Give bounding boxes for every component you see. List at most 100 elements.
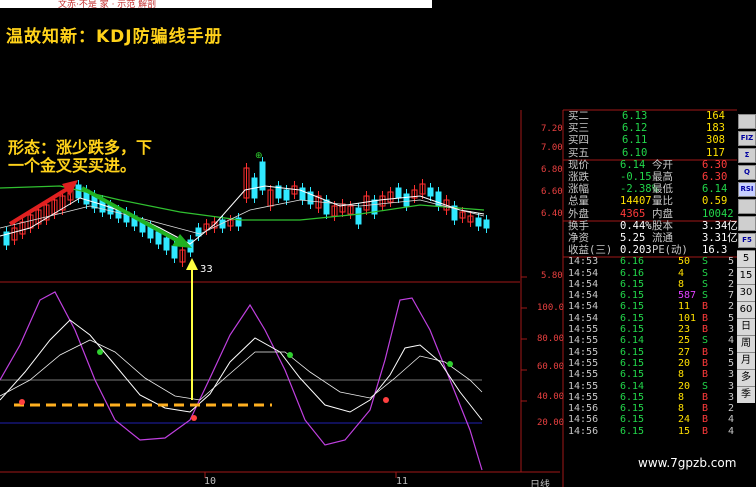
kdj-j-line <box>0 291 483 471</box>
period-button[interactable]: 多 <box>737 369 755 386</box>
period-button[interactable]: 60 <box>737 301 755 318</box>
tick-price: 6.14 <box>620 335 645 347</box>
tick-count: 3 <box>728 324 735 336</box>
quote-stat-row: 总量 14407 量比 0.59 <box>566 195 736 207</box>
tick-volume: 8 <box>678 391 685 403</box>
quote-stat-row: 外盘 4365 内盘 10042 <box>566 208 736 220</box>
period-button[interactable]: 15 <box>737 267 755 284</box>
x-label-11: 11 <box>396 476 409 487</box>
toolbar-button[interactable] <box>738 114 756 129</box>
tick-price: 6.15 <box>620 414 645 426</box>
period-button[interactable]: 日 <box>737 318 755 335</box>
period-button[interactable]: 周 <box>737 335 755 352</box>
stat-value: 5.25 <box>620 231 646 244</box>
tick-time: 14:55 <box>568 357 599 369</box>
order-volume: 164 <box>706 110 725 122</box>
stat-value: 0.44% <box>620 219 652 232</box>
kdj-cross-marker <box>287 352 293 358</box>
stat-value: 10042 <box>702 207 734 220</box>
tick-time: 14:54 <box>568 278 599 290</box>
tick-time: 14:55 <box>568 369 599 381</box>
stat-label: 最高 <box>652 170 673 183</box>
stat-label: 内盘 <box>652 207 673 220</box>
kdj-cross-marker <box>97 349 103 355</box>
tick-side: B <box>702 312 709 324</box>
tick-count: 3 <box>728 391 735 403</box>
tick-price: 6.15 <box>620 301 645 313</box>
stat-label: 净资 <box>568 231 589 244</box>
tick-count: 5 <box>728 357 735 369</box>
x-label-daily: 日线 <box>530 480 550 487</box>
price-axis-label: 7.20 <box>541 124 563 134</box>
ma-line-grey <box>0 199 485 235</box>
kdj-axis-label: 60.00 <box>537 362 565 372</box>
tick-price: 6.15 <box>620 369 645 381</box>
kdj-axis-label: 80.00 <box>537 334 565 344</box>
stat-value: 0.59 <box>702 195 728 208</box>
tick-side: B <box>702 414 709 426</box>
stat-value: 6.30 <box>702 158 728 171</box>
period-button[interactable]: 季 <box>737 386 755 403</box>
tick-count: 2 <box>728 278 735 290</box>
toolbar-button[interactable]: Q <box>738 165 756 180</box>
order-level-label: 买三 <box>568 122 589 135</box>
candle-body <box>75 184 82 199</box>
tick-count: 4 <box>728 414 735 426</box>
tick-list: 14:53 6.16 50 S 5 14:54 6.16 4 S 2 14:54 6.15 8 S 2 14:… <box>566 256 736 437</box>
tick-time: 14:55 <box>568 324 599 336</box>
order-book-row: 买四 6.11 308 <box>566 134 736 146</box>
toolbar-button[interactable]: RSI <box>738 182 756 197</box>
stat-value: 14407 <box>620 195 652 208</box>
period-button[interactable]: 月 <box>737 352 755 369</box>
tick-side: B <box>702 346 709 358</box>
kdj-axis-label: 40.00 <box>537 392 565 402</box>
toolbar-button[interactable] <box>738 216 756 231</box>
tick-row: 14:55 6.15 8 B 3 <box>566 369 736 380</box>
tick-time: 14:54 <box>568 312 599 324</box>
tick-row: 14:56 6.15 15 B 4 <box>566 426 736 437</box>
tick-row: 14:53 6.16 50 S 5 <box>566 256 736 267</box>
tick-time: 14:54 <box>568 267 599 279</box>
tick-price: 6.15 <box>620 357 645 369</box>
stock-tutorial-screenshot: { "header": { "title": "温故知新：KDJ防骗线手册", … <box>0 0 756 487</box>
candle-body <box>403 193 410 207</box>
tick-count: 4 <box>728 425 735 437</box>
tick-price: 6.15 <box>620 312 645 324</box>
toolbar-button[interactable]: Σ <box>738 148 756 163</box>
tick-volume: 587 <box>678 290 697 302</box>
tick-time: 14:53 <box>568 256 599 268</box>
period-button[interactable]: 30 <box>737 284 755 301</box>
tick-side: B <box>702 301 709 313</box>
tick-row: 14:54 6.15 587 S 7 <box>566 290 736 301</box>
toolbar-button[interactable] <box>738 199 756 214</box>
stat-value: 4365 <box>620 207 646 220</box>
stat-label: 最低 <box>652 183 673 196</box>
tick-price: 6.15 <box>620 425 645 437</box>
quote-stat-row: 换手 0.44% 股本 3.34亿 <box>566 219 738 232</box>
tick-side: B <box>702 403 709 415</box>
quote-panel: 买二 6.13 164 买三 6.12 183 买四 6.11 308 买五 6.10 117 现价 6… <box>566 110 738 437</box>
stat-label: PE(动) <box>652 244 688 257</box>
price-axis-label: 6.40 <box>541 209 563 219</box>
period-button[interactable]: 5 <box>737 250 755 267</box>
kdj-cross-marker <box>19 399 25 405</box>
toolbar-button[interactable]: F5 <box>738 233 756 248</box>
stat-label: 量比 <box>652 195 673 208</box>
order-volume: 183 <box>706 122 725 135</box>
price-axis-label: 7.00 <box>541 143 563 153</box>
stat-label: 换手 <box>568 219 589 232</box>
tick-time: 14:56 <box>568 425 599 437</box>
toolbar-button[interactable]: FIZ <box>738 131 756 146</box>
stat-label: 涨幅 <box>568 183 589 196</box>
order-level-label: 买二 <box>568 110 589 122</box>
quote-stat-row: 收益(三) 0.203 PE(动) 16.3 <box>566 244 736 256</box>
tick-volume: 8 <box>678 369 685 381</box>
stat-label: 现价 <box>568 158 589 171</box>
kdj-axis-label: 100.0 <box>537 303 565 313</box>
tick-count: 5 <box>728 312 735 324</box>
tick-side: S <box>702 290 709 302</box>
tick-side: B <box>702 425 709 437</box>
tick-side: S <box>702 380 709 392</box>
tick-price: 6.15 <box>620 391 645 403</box>
candle-body <box>475 217 482 227</box>
